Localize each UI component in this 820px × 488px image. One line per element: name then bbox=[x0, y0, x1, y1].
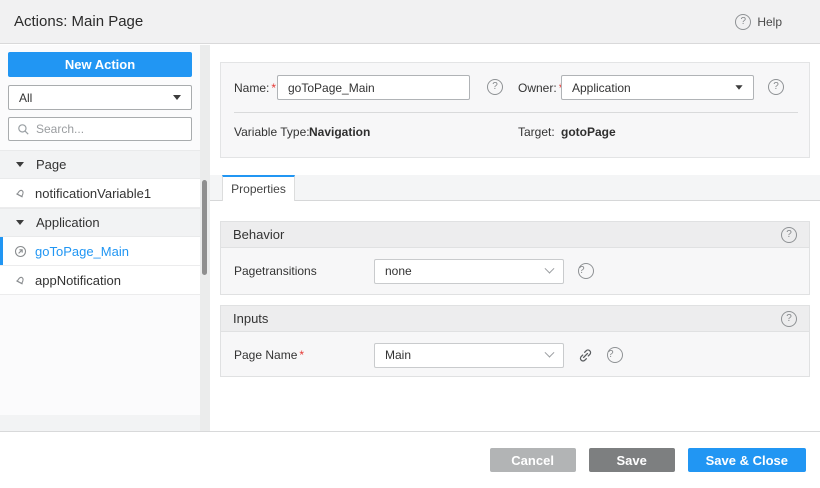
variable-type-value: Navigation bbox=[309, 125, 371, 139]
chevron-down-icon bbox=[544, 347, 555, 358]
name-help-icon[interactable]: ? bbox=[487, 79, 503, 95]
behavior-section-header: Behavior ? bbox=[221, 222, 809, 248]
chevron-down-icon bbox=[544, 263, 555, 274]
page-title: Actions: Main Page bbox=[14, 13, 144, 30]
target-value: gotoPage bbox=[561, 125, 616, 139]
bind-link-icon[interactable] bbox=[578, 348, 593, 363]
pagetransitions-select[interactable]: none bbox=[374, 258, 564, 284]
search-input[interactable] bbox=[36, 122, 183, 136]
divider bbox=[234, 112, 798, 113]
filter-dropdown-value: All bbox=[19, 90, 33, 105]
owner-label: Owner:* bbox=[518, 81, 563, 95]
page-name-select[interactable]: Main bbox=[374, 342, 564, 368]
tree-item-gotopage-main[interactable]: goToPage_Main bbox=[0, 237, 200, 266]
required-asterisk: * bbox=[299, 348, 305, 362]
owner-select-value: Application bbox=[572, 80, 631, 95]
search-icon bbox=[18, 123, 29, 135]
actions-tree: Page notificationVariable1 Application g… bbox=[0, 150, 200, 295]
inputs-section-header: Inputs ? bbox=[221, 306, 809, 332]
vertical-scrollbar-thumb[interactable] bbox=[202, 180, 207, 275]
notification-icon bbox=[16, 276, 24, 284]
tree-item-notificationvariable1[interactable]: notificationVariable1 bbox=[0, 179, 200, 208]
horizontal-scrollbar-track[interactable] bbox=[0, 415, 200, 431]
cancel-button[interactable]: Cancel bbox=[489, 448, 576, 472]
behavior-help-icon[interactable]: ? bbox=[781, 226, 797, 243]
tree-item-label: appNotification bbox=[35, 272, 121, 288]
page-name-help-icon[interactable]: ? bbox=[607, 347, 623, 363]
target-label: Target: bbox=[518, 125, 555, 139]
help-label: Help bbox=[757, 15, 782, 29]
name-label: Name: * bbox=[234, 81, 277, 95]
vertical-scrollbar-track[interactable] bbox=[200, 45, 210, 431]
owner-help-icon[interactable]: ? bbox=[768, 79, 784, 95]
inputs-section: Inputs ? Page Name * Main ? bbox=[220, 305, 810, 377]
tab-properties[interactable]: Properties bbox=[222, 175, 295, 201]
required-asterisk: * bbox=[271, 81, 277, 95]
inputs-section-title: Inputs bbox=[233, 311, 269, 326]
chevron-down-icon bbox=[173, 95, 181, 100]
tree-group-page[interactable]: Page bbox=[0, 150, 200, 179]
pagetransitions-select-value: none bbox=[385, 264, 412, 278]
dialog-footer: Cancel Save Save & Close bbox=[0, 431, 820, 488]
notification-icon bbox=[16, 189, 24, 197]
filter-dropdown[interactable]: All bbox=[8, 85, 192, 110]
chevron-down-icon bbox=[16, 162, 24, 167]
action-detail-panel: Name:* ? Owner:* Application ? Variable … bbox=[210, 45, 820, 431]
new-action-button[interactable]: New Action bbox=[8, 52, 192, 77]
name-input[interactable] bbox=[277, 75, 470, 100]
help-icon[interactable]: ? bbox=[735, 14, 752, 30]
help-button[interactable]: ? Help bbox=[735, 0, 782, 44]
tree-group-label: Application bbox=[36, 215, 100, 230]
tree-item-appnotification[interactable]: appNotification bbox=[0, 266, 200, 295]
dialog-header: Actions: Main Page ? Help bbox=[0, 0, 820, 44]
save-button[interactable]: Save bbox=[588, 448, 675, 472]
chevron-down-icon bbox=[16, 220, 24, 225]
tab-bar: Properties bbox=[210, 175, 820, 201]
inputs-help-icon[interactable]: ? bbox=[781, 310, 797, 327]
pagetransitions-label: Pagetransitions bbox=[234, 264, 317, 278]
tree-item-label: notificationVariable1 bbox=[35, 185, 152, 201]
goto-page-icon bbox=[14, 245, 27, 257]
owner-select[interactable]: Application bbox=[561, 75, 754, 100]
save-and-close-button[interactable]: Save & Close bbox=[687, 448, 806, 472]
tree-group-application[interactable]: Application bbox=[0, 208, 200, 237]
tree-item-label: goToPage_Main bbox=[35, 243, 129, 259]
search-box[interactable] bbox=[8, 117, 192, 141]
actions-sidebar: New Action All Page notificationVariable… bbox=[0, 45, 200, 431]
action-summary-panel: Name:* ? Owner:* Application ? Variable … bbox=[220, 62, 810, 158]
chevron-down-icon bbox=[735, 85, 743, 90]
page-name-label: Page Name * bbox=[234, 348, 305, 362]
page-name-select-value: Main bbox=[385, 348, 412, 362]
behavior-section-title: Behavior bbox=[233, 227, 285, 242]
pagetransitions-help-icon[interactable]: ? bbox=[578, 263, 594, 279]
tree-group-label: Page bbox=[36, 157, 67, 172]
variable-type-label: Variable Type: bbox=[234, 125, 310, 139]
behavior-section: Behavior ? Pagetransitions none ? bbox=[220, 221, 810, 295]
